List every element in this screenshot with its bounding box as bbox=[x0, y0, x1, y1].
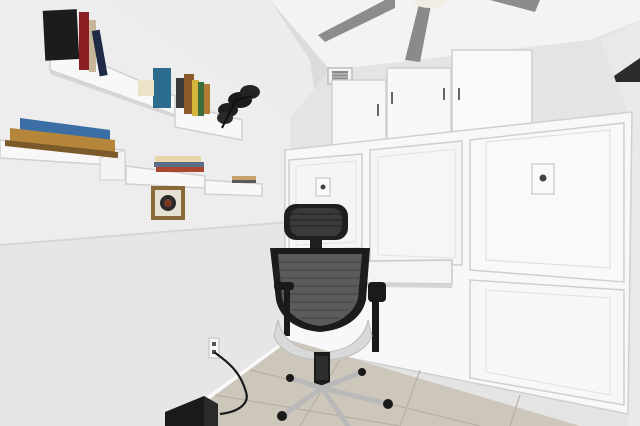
bed-latch-knob bbox=[320, 184, 326, 190]
bed-latch-knob bbox=[539, 174, 547, 182]
framed-picture bbox=[151, 186, 185, 220]
room-illustration bbox=[0, 0, 640, 426]
cabinet-panel bbox=[469, 122, 625, 283]
room-photo bbox=[0, 0, 640, 426]
cabinet-panel bbox=[369, 140, 463, 266]
